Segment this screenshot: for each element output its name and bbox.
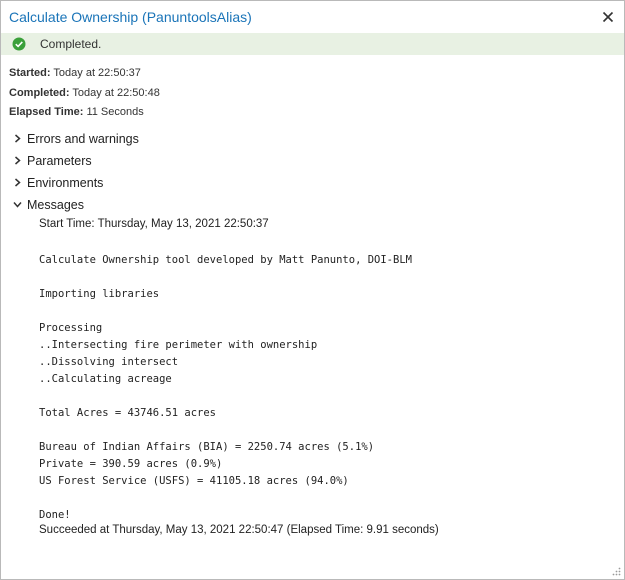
elapsed-value: 11 Seconds [86, 106, 144, 118]
message-line: Processing [39, 321, 103, 334]
section-label: Parameters [27, 153, 92, 168]
section-errors-and-warnings[interactable]: Errors and warnings [13, 128, 624, 150]
message-line: Private = 390.59 acres (0.9%) [39, 457, 223, 470]
message-line [39, 303, 624, 320]
section-label: Environments [27, 175, 104, 190]
title-bar: Calculate Ownership (PanuntoolsAlias) [1, 1, 624, 33]
section-parameters[interactable]: Parameters [13, 150, 624, 172]
message-line: ..Dissolving intersect [39, 355, 179, 368]
status-banner: Completed. [1, 33, 624, 55]
message-line: Calculate Ownership tool developed by Ma… [39, 253, 412, 266]
chevron-down-icon [13, 202, 22, 208]
started-row: Started: Today at 22:50:37 [9, 64, 624, 84]
message-line [39, 490, 624, 507]
message-line: Done! [39, 508, 71, 521]
message-line [39, 422, 624, 439]
status-text: Completed. [40, 37, 102, 51]
message-line: ..Calculating acreage [39, 372, 172, 385]
chevron-right-icon [15, 178, 21, 187]
geoprocessing-details-window: Calculate Ownership (PanuntoolsAlias) Co… [0, 0, 625, 580]
completed-label: Completed: [9, 86, 70, 99]
message-line [39, 388, 624, 405]
message-line: ..Intersecting fire perimeter with owner… [39, 338, 318, 351]
started-label: Started: [9, 67, 51, 79]
messages-panel: Start Time: Thursday, May 13, 2021 22:50… [13, 216, 624, 541]
message-line: Bureau of Indian Affairs (BIA) = 2250.74… [39, 440, 375, 453]
elapsed-row: Elapsed Time: 11 Seconds [9, 103, 624, 123]
started-value: Today at 22:50:37 [53, 67, 141, 79]
message-line [39, 235, 624, 252]
close-icon[interactable] [600, 9, 616, 25]
message-log: Calculate Ownership tool developed by Ma… [39, 235, 624, 524]
run-metadata: Started: Today at 22:50:37 Completed: To… [1, 55, 624, 123]
message-line [39, 269, 624, 286]
completed-row: Completed: Today at 22:50:48 [9, 84, 624, 104]
section-label: Errors and warnings [27, 131, 139, 146]
message-line: Importing libraries [39, 287, 160, 300]
completed-value: Today at 22:50:48 [72, 86, 160, 99]
check-circle-icon [12, 37, 26, 51]
detail-sections: Errors and warnings Parameters Environme… [1, 123, 624, 541]
message-succeeded: Succeeded at Thursday, May 13, 2021 22:5… [39, 523, 439, 536]
chevron-right-icon [15, 134, 21, 143]
section-label: Messages [27, 197, 84, 212]
section-environments[interactable]: Environments [13, 172, 624, 194]
resize-grip-icon[interactable] [611, 566, 621, 576]
message-line: US Forest Service (USFS) = 41105.18 acre… [39, 474, 349, 487]
window-title: Calculate Ownership (PanuntoolsAlias) [9, 9, 252, 25]
message-line: Total Acres = 43746.51 acres [39, 406, 217, 419]
elapsed-label: Elapsed Time: [9, 106, 84, 118]
chevron-right-icon [15, 156, 21, 165]
section-messages[interactable]: Messages [13, 194, 624, 216]
message-start-time: Start Time: Thursday, May 13, 2021 22:50… [39, 217, 269, 230]
